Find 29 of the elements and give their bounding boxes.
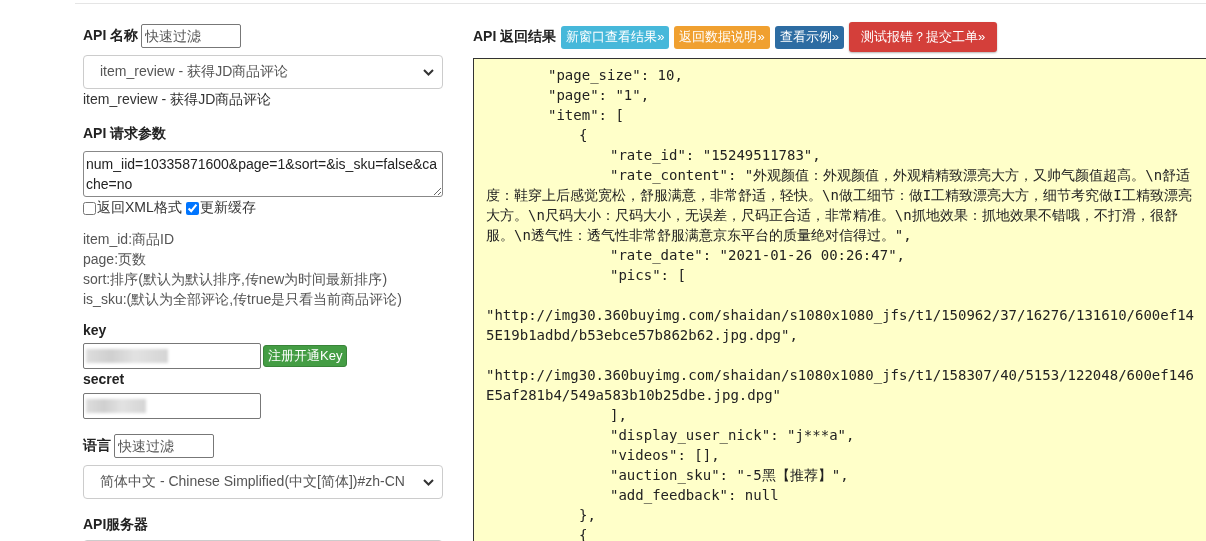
- param-help-text: page:页数: [83, 250, 148, 269]
- field-label: API 请求参数: [83, 125, 168, 143]
- action-button[interactable]: 测试报错？提交工单»: [848, 22, 998, 52]
- params-field[interactable]: num_iid=10335871600&page=1&sort=&is_sku=false&cache=no: [83, 151, 443, 197]
- field-label: 语言: [83, 437, 111, 455]
- checkbox[interactable]: [185, 201, 199, 215]
- action-button[interactable]: 查看示例»: [774, 25, 844, 49]
- checkbox-label: 更新缓存: [199, 199, 256, 217]
- field-label: secret: [83, 371, 126, 387]
- register-key-button[interactable]: 注册开通Key: [263, 345, 348, 367]
- filter-field[interactable]: 快速过滤: [141, 24, 242, 48]
- redacted-blur: [86, 399, 146, 413]
- secret-field[interactable]: [83, 393, 261, 419]
- field-label: API服务器: [83, 516, 150, 534]
- field-label: key: [83, 322, 108, 338]
- checkbox-label: 返回XML格式: [97, 199, 182, 217]
- key-field[interactable]: [83, 343, 261, 369]
- result-heading: API 返回结果: [473, 28, 557, 46]
- language-select[interactable]: 简体中文 - Chinese Simplified(中文[简体])#zh-CN: [83, 465, 443, 499]
- param-help-text: sort:排序(默认为默认排序,传new为时间最新排序): [83, 270, 389, 289]
- chevron-down-icon: [423, 478, 434, 486]
- api-select[interactable]: item_review - 获得JD商品评论: [83, 55, 443, 89]
- filter-field[interactable]: 快速过滤: [114, 434, 214, 458]
- param-help-text: item_id:商品ID: [83, 230, 176, 249]
- checkbox[interactable]: [83, 201, 96, 215]
- api-description: item_review - 获得JD商品评论: [83, 91, 273, 109]
- field-label: API 名称: [83, 27, 139, 45]
- param-help-text: is_sku:(默认为全部评论,传true是只看当前商品评论): [83, 290, 403, 309]
- chevron-down-icon: [423, 68, 434, 76]
